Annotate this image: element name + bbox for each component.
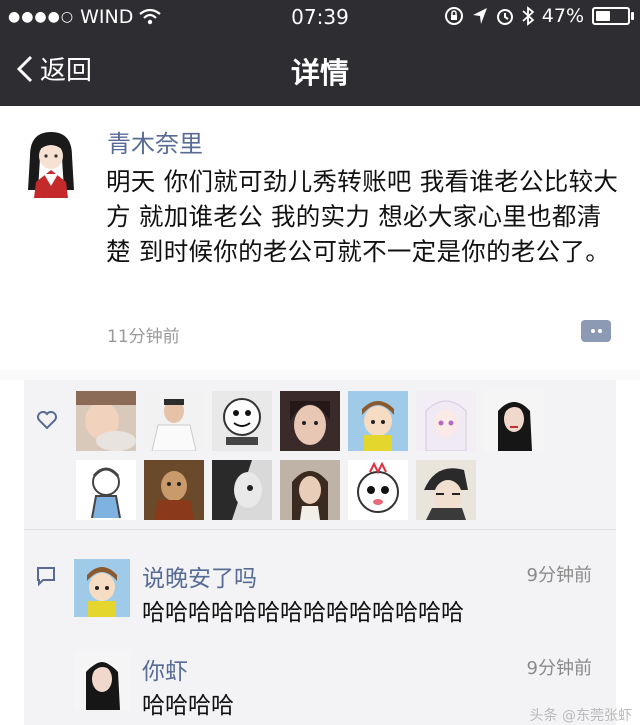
liker-avatar[interactable] [280,391,340,451]
watermark: 头条 @东莞张虾 [529,708,632,724]
author-avatar[interactable] [20,128,82,198]
post-text: 明天 你们就可劲儿秀转账吧 我看谁老公比较大方 就加谁老公 我的实力 想必大家心… [106,167,619,266]
menu-dot [590,329,595,333]
commenter-name[interactable]: 说晚安了吗 [142,559,257,593]
separator [0,370,640,380]
liker-avatar[interactable] [144,460,204,520]
liker-avatar[interactable] [76,460,136,520]
liker-avatar[interactable] [416,460,476,520]
battery-icon [592,7,634,25]
comment-text: 哈哈哈哈 [142,693,234,719]
liker-avatar[interactable] [484,391,544,451]
feedback-panel: 说晚安了吗 9分钟前 哈哈哈哈哈哈哈哈哈哈哈哈哈哈 你虾 9分钟前 哈哈哈哈 [24,380,616,725]
liker-avatar[interactable] [76,391,136,451]
comment-text: 哈哈哈哈哈哈哈哈哈哈哈哈哈哈 [142,600,464,626]
commenter-name[interactable]: 你虾 [142,652,188,686]
liker-avatar[interactable] [348,391,408,451]
menu-dot [597,329,602,333]
post-time: 11分钟前 [107,327,180,347]
bluetooth-icon [522,6,534,26]
liker-avatar[interactable] [212,391,272,451]
alarm-icon [496,9,513,25]
location-icon [472,8,487,24]
comment-icon [37,567,55,586]
liker-avatar[interactable] [348,460,408,520]
battery-level [596,11,610,21]
moment-post: 青木奈里 明天 你们就可劲儿秀转账吧 我看谁老公比较大方 就加谁老公 我的实力 … [0,106,640,370]
comment-time: 9分钟前 [526,658,592,679]
rotation-lock-icon [444,7,463,25]
status-right: 47% [444,5,634,27]
author-name[interactable]: 青木奈里 [107,124,203,159]
commenter-avatar[interactable] [74,559,130,617]
liker-avatar[interactable] [416,391,476,451]
comment-item[interactable]: 说晚安了吗 9分钟前 哈哈哈哈哈哈哈哈哈哈哈哈哈哈 [74,559,604,631]
comment-time: 9分钟前 [526,565,592,586]
status-bar: ●●●●○ WIND 07:39 47% [0,0,640,34]
liker-avatar[interactable] [280,460,340,520]
battery-tip [631,12,634,20]
nav-bar: 返回 详情 [0,34,640,106]
comment-like-menu-button[interactable] [581,320,611,342]
comment-item[interactable]: 你虾 9分钟前 哈哈哈哈 [74,652,604,724]
likes-divider [24,529,616,530]
liker-avatar[interactable] [212,460,272,520]
commenter-avatar[interactable] [74,652,130,710]
liker-avatar[interactable] [144,391,204,451]
heart-icon [37,411,57,430]
page-title: 详情 [290,56,349,90]
battery-percent: 47% [541,5,584,27]
